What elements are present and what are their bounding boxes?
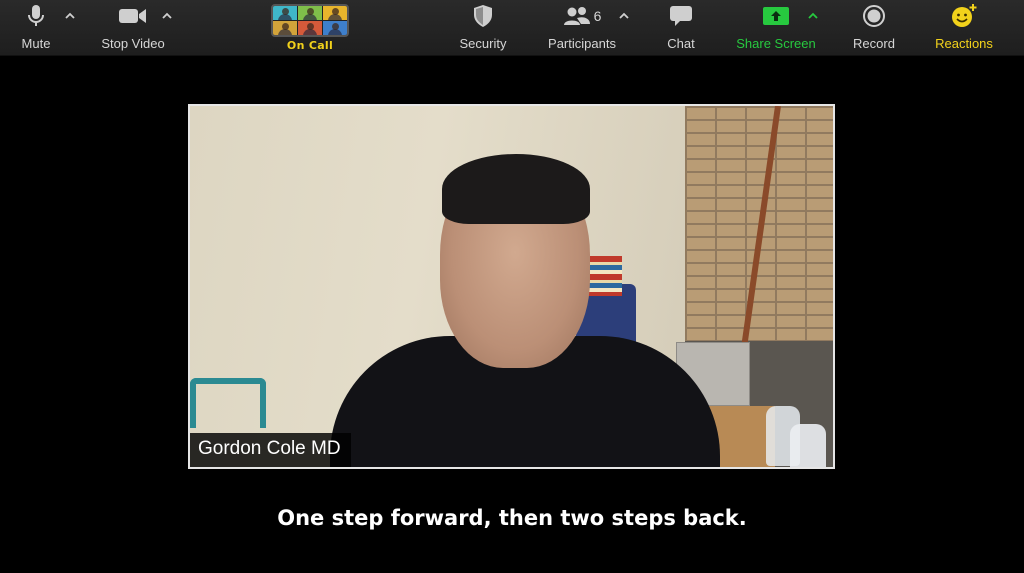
chat-button[interactable]: Chat <box>661 3 701 53</box>
chat-bubble-icon <box>669 3 693 29</box>
participants-icon-group: 6 <box>563 3 602 29</box>
chevron-up-icon <box>162 12 172 19</box>
participants-count: 6 <box>593 8 602 24</box>
video-background-chair <box>190 378 266 428</box>
speaker-hair <box>442 154 590 224</box>
participant-thumb <box>323 21 347 35</box>
subtitle-caption: One step forward, then two steps back. <box>277 506 747 530</box>
mute-label: Mute <box>21 36 51 51</box>
active-speaker-video[interactable]: Gordon Cole MD <box>188 104 835 469</box>
video-background-jug <box>790 424 826 467</box>
on-call-participant-grid <box>271 4 349 37</box>
share-screen-icon <box>762 3 790 29</box>
security-button[interactable]: Security <box>455 3 511 53</box>
record-label: Record <box>853 36 895 51</box>
share-screen-options-caret[interactable] <box>807 9 819 21</box>
participant-name-tag: Gordon Cole MD <box>190 433 351 467</box>
video-feed <box>190 106 833 467</box>
participant-thumb <box>323 6 347 20</box>
record-button[interactable]: Record <box>848 3 900 53</box>
shield-icon <box>472 3 494 29</box>
reactions-label: Reactions <box>935 36 993 51</box>
stop-video-label: Stop Video <box>101 36 165 51</box>
mute-button[interactable]: Mute <box>16 3 56 53</box>
on-call-gallery-thumbnail[interactable]: On Call <box>270 4 350 54</box>
participant-thumb <box>298 6 322 20</box>
share-screen-label: Share Screen <box>736 36 816 51</box>
meeting-toolbar: Mute Stop Video On Call Security 6 Parti… <box>0 0 1024 56</box>
participants-label: Participants <box>548 36 616 51</box>
record-icon <box>862 3 886 29</box>
participant-thumb <box>273 21 297 35</box>
stop-video-button[interactable]: Stop Video <box>96 3 170 53</box>
chevron-up-icon <box>619 12 629 19</box>
mute-options-caret[interactable] <box>64 9 76 21</box>
chat-label: Chat <box>667 36 695 51</box>
participant-thumb <box>298 21 322 35</box>
video-camera-icon <box>118 3 148 29</box>
smiley-plus-icon <box>950 3 978 29</box>
chevron-up-icon <box>808 12 818 19</box>
video-options-caret[interactable] <box>161 9 173 21</box>
security-label: Security <box>459 36 507 51</box>
people-icon <box>563 7 590 25</box>
participants-button[interactable]: 6 Participants <box>543 3 621 53</box>
on-call-label: On Call <box>286 39 334 52</box>
participants-options-caret[interactable] <box>618 9 630 21</box>
microphone-icon <box>27 3 45 29</box>
participant-thumb <box>273 6 297 20</box>
chevron-up-icon <box>65 12 75 19</box>
reactions-button[interactable]: Reactions <box>930 3 998 53</box>
